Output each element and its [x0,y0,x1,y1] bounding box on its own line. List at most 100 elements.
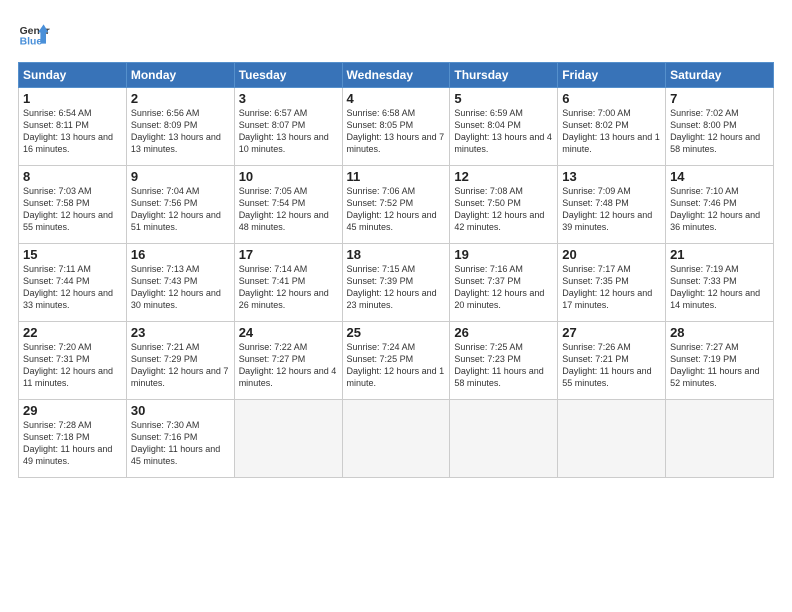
day-number: 23 [131,325,230,340]
col-tuesday: Tuesday [234,63,342,88]
table-row: 27 Sunrise: 7:26 AMSunset: 7:21 PMDaylig… [558,322,666,400]
cell-content: Sunrise: 7:27 AMSunset: 7:19 PMDaylight:… [670,342,759,388]
day-number: 29 [23,403,122,418]
table-row: 18 Sunrise: 7:15 AMSunset: 7:39 PMDaylig… [342,244,450,322]
table-row: 8 Sunrise: 7:03 AMSunset: 7:58 PMDayligh… [19,166,127,244]
cell-content: Sunrise: 7:16 AMSunset: 7:37 PMDaylight:… [454,264,544,310]
day-number: 15 [23,247,122,262]
cell-content: Sunrise: 7:02 AMSunset: 8:00 PMDaylight:… [670,108,760,154]
calendar-table: Sunday Monday Tuesday Wednesday Thursday… [18,62,774,478]
day-number: 7 [670,91,769,106]
cell-content: Sunrise: 6:57 AMSunset: 8:07 PMDaylight:… [239,108,329,154]
col-thursday: Thursday [450,63,558,88]
main-container: General Blue Sunday Monday Tuesday Wedne… [0,0,792,488]
day-number: 26 [454,325,553,340]
table-row: 4 Sunrise: 6:58 AMSunset: 8:05 PMDayligh… [342,88,450,166]
table-row: 15 Sunrise: 7:11 AMSunset: 7:44 PMDaylig… [19,244,127,322]
table-row: 6 Sunrise: 7:00 AMSunset: 8:02 PMDayligh… [558,88,666,166]
day-number: 2 [131,91,230,106]
table-row [666,400,774,478]
cell-content: Sunrise: 7:24 AMSunset: 7:25 PMDaylight:… [347,342,445,388]
day-number: 28 [670,325,769,340]
col-wednesday: Wednesday [342,63,450,88]
col-monday: Monday [126,63,234,88]
header: General Blue [18,18,774,50]
table-row: 10 Sunrise: 7:05 AMSunset: 7:54 PMDaylig… [234,166,342,244]
day-number: 22 [23,325,122,340]
table-row: 3 Sunrise: 6:57 AMSunset: 8:07 PMDayligh… [234,88,342,166]
table-row: 29 Sunrise: 7:28 AMSunset: 7:18 PMDaylig… [19,400,127,478]
table-row: 9 Sunrise: 7:04 AMSunset: 7:56 PMDayligh… [126,166,234,244]
cell-content: Sunrise: 7:22 AMSunset: 7:27 PMDaylight:… [239,342,337,388]
col-sunday: Sunday [19,63,127,88]
table-row: 28 Sunrise: 7:27 AMSunset: 7:19 PMDaylig… [666,322,774,400]
day-number: 24 [239,325,338,340]
table-row: 17 Sunrise: 7:14 AMSunset: 7:41 PMDaylig… [234,244,342,322]
cell-content: Sunrise: 7:21 AMSunset: 7:29 PMDaylight:… [131,342,229,388]
table-row [342,400,450,478]
cell-content: Sunrise: 7:09 AMSunset: 7:48 PMDaylight:… [562,186,652,232]
cell-content: Sunrise: 7:11 AMSunset: 7:44 PMDaylight:… [23,264,113,310]
day-number: 10 [239,169,338,184]
cell-content: Sunrise: 6:54 AMSunset: 8:11 PMDaylight:… [23,108,113,154]
table-row: 22 Sunrise: 7:20 AMSunset: 7:31 PMDaylig… [19,322,127,400]
cell-content: Sunrise: 7:08 AMSunset: 7:50 PMDaylight:… [454,186,544,232]
table-row: 20 Sunrise: 7:17 AMSunset: 7:35 PMDaylig… [558,244,666,322]
cell-content: Sunrise: 6:59 AMSunset: 8:04 PMDaylight:… [454,108,552,154]
day-number: 11 [347,169,446,184]
day-number: 17 [239,247,338,262]
table-row: 25 Sunrise: 7:24 AMSunset: 7:25 PMDaylig… [342,322,450,400]
svg-text:Blue: Blue [20,36,43,47]
table-row: 1 Sunrise: 6:54 AMSunset: 8:11 PMDayligh… [19,88,127,166]
cell-content: Sunrise: 7:13 AMSunset: 7:43 PMDaylight:… [131,264,221,310]
cell-content: Sunrise: 7:14 AMSunset: 7:41 PMDaylight:… [239,264,329,310]
table-row [234,400,342,478]
cell-content: Sunrise: 7:15 AMSunset: 7:39 PMDaylight:… [347,264,437,310]
cell-content: Sunrise: 7:26 AMSunset: 7:21 PMDaylight:… [562,342,651,388]
day-number: 21 [670,247,769,262]
cell-content: Sunrise: 6:56 AMSunset: 8:09 PMDaylight:… [131,108,221,154]
col-saturday: Saturday [666,63,774,88]
table-row: 24 Sunrise: 7:22 AMSunset: 7:27 PMDaylig… [234,322,342,400]
day-number: 6 [562,91,661,106]
day-number: 9 [131,169,230,184]
table-row [558,400,666,478]
cell-content: Sunrise: 7:04 AMSunset: 7:56 PMDaylight:… [131,186,221,232]
table-row: 30 Sunrise: 7:30 AMSunset: 7:16 PMDaylig… [126,400,234,478]
cell-content: Sunrise: 7:03 AMSunset: 7:58 PMDaylight:… [23,186,113,232]
cell-content: Sunrise: 7:17 AMSunset: 7:35 PMDaylight:… [562,264,652,310]
day-number: 8 [23,169,122,184]
cell-content: Sunrise: 7:28 AMSunset: 7:18 PMDaylight:… [23,420,112,466]
table-row: 23 Sunrise: 7:21 AMSunset: 7:29 PMDaylig… [126,322,234,400]
table-row: 13 Sunrise: 7:09 AMSunset: 7:48 PMDaylig… [558,166,666,244]
day-number: 1 [23,91,122,106]
day-number: 12 [454,169,553,184]
cell-content: Sunrise: 7:25 AMSunset: 7:23 PMDaylight:… [454,342,543,388]
day-number: 25 [347,325,446,340]
table-row: 19 Sunrise: 7:16 AMSunset: 7:37 PMDaylig… [450,244,558,322]
table-row: 16 Sunrise: 7:13 AMSunset: 7:43 PMDaylig… [126,244,234,322]
table-row: 11 Sunrise: 7:06 AMSunset: 7:52 PMDaylig… [342,166,450,244]
day-number: 16 [131,247,230,262]
table-row: 12 Sunrise: 7:08 AMSunset: 7:50 PMDaylig… [450,166,558,244]
day-number: 19 [454,247,553,262]
table-row: 26 Sunrise: 7:25 AMSunset: 7:23 PMDaylig… [450,322,558,400]
day-number: 18 [347,247,446,262]
table-row: 14 Sunrise: 7:10 AMSunset: 7:46 PMDaylig… [666,166,774,244]
day-number: 27 [562,325,661,340]
col-friday: Friday [558,63,666,88]
day-number: 13 [562,169,661,184]
cell-content: Sunrise: 7:30 AMSunset: 7:16 PMDaylight:… [131,420,220,466]
table-row: 21 Sunrise: 7:19 AMSunset: 7:33 PMDaylig… [666,244,774,322]
day-number: 30 [131,403,230,418]
cell-content: Sunrise: 7:20 AMSunset: 7:31 PMDaylight:… [23,342,113,388]
day-number: 20 [562,247,661,262]
cell-content: Sunrise: 7:05 AMSunset: 7:54 PMDaylight:… [239,186,329,232]
cell-content: Sunrise: 7:10 AMSunset: 7:46 PMDaylight:… [670,186,760,232]
table-row [450,400,558,478]
day-number: 3 [239,91,338,106]
table-row: 5 Sunrise: 6:59 AMSunset: 8:04 PMDayligh… [450,88,558,166]
day-number: 4 [347,91,446,106]
cell-content: Sunrise: 6:58 AMSunset: 8:05 PMDaylight:… [347,108,445,154]
table-row: 7 Sunrise: 7:02 AMSunset: 8:00 PMDayligh… [666,88,774,166]
